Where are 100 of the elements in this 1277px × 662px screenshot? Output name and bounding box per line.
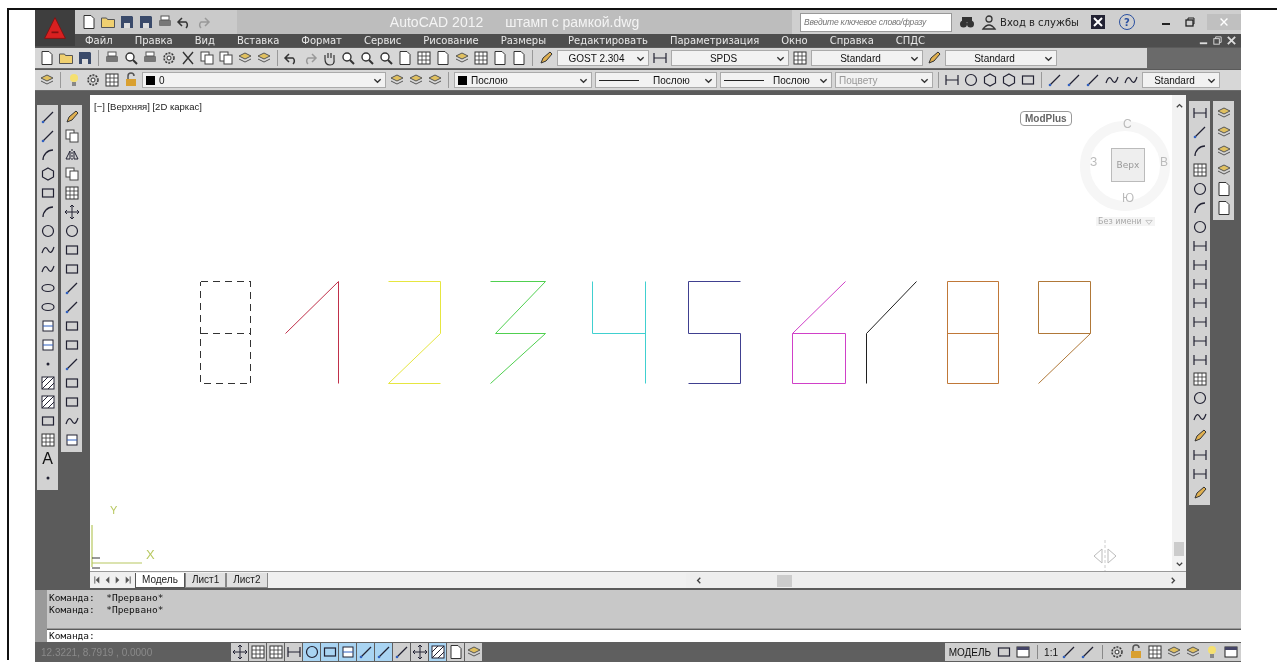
dim-icon[interactable] [944, 72, 960, 88]
move-icon[interactable] [63, 204, 80, 220]
line-icon[interactable] [1061, 644, 1077, 660]
scroll-thumb[interactable] [776, 574, 792, 587]
polygon-icon[interactable] [39, 166, 56, 182]
dim-icon[interactable] [1191, 314, 1208, 330]
page-icon[interactable] [1215, 200, 1232, 216]
arc-icon[interactable] [39, 147, 56, 163]
rect-icon[interactable] [63, 337, 80, 353]
dimension-style-dropdown[interactable]: SPDS [671, 50, 789, 66]
scroll-thumb[interactable] [1174, 542, 1184, 556]
menu-item[interactable]: Сервис [363, 34, 402, 47]
mirror-icon[interactable] [63, 147, 80, 163]
line-icon[interactable] [1085, 72, 1101, 88]
drafting-toggle[interactable] [321, 643, 338, 661]
grid-icon[interactable] [473, 50, 489, 66]
layout-tab[interactable]: Модель [135, 573, 185, 588]
dim-icon[interactable] [1191, 238, 1208, 254]
color-dropdown[interactable]: Послою [454, 72, 592, 88]
grid-icon[interactable] [104, 72, 120, 88]
page-icon[interactable] [397, 50, 413, 66]
rect-icon[interactable] [996, 644, 1013, 660]
rect-icon[interactable] [63, 261, 80, 277]
menu-item[interactable]: Рисование [423, 34, 479, 47]
restore-icon[interactable] [1183, 15, 1197, 29]
table-style-dropdown[interactable]: Standard [811, 50, 923, 66]
rect-icon[interactable] [63, 242, 80, 258]
vertical-scrollbar[interactable] [1172, 95, 1186, 572]
drafting-toggle[interactable] [339, 643, 356, 661]
hand-icon[interactable] [321, 50, 337, 66]
rect-icon[interactable] [63, 394, 80, 410]
line-icon[interactable] [1191, 124, 1208, 140]
hatch-icon[interactable] [39, 394, 56, 410]
dim-icon[interactable] [1191, 447, 1208, 463]
menu-item[interactable]: Справка [829, 34, 874, 47]
line-icon[interactable] [63, 356, 80, 372]
block-icon[interactable] [39, 318, 56, 334]
model-space-button[interactable]: МОДЕЛЬ [946, 646, 994, 658]
rect-icon[interactable] [39, 413, 56, 429]
arc-icon[interactable] [1191, 200, 1208, 216]
zoom-icon[interactable] [340, 50, 356, 66]
multileader-style-dropdown[interactable]: Standard [1142, 72, 1220, 88]
menu-item[interactable]: Формат [301, 34, 342, 47]
circle-icon[interactable] [1191, 390, 1208, 406]
scroll-right-icon[interactable] [1169, 576, 1178, 585]
drafting-toggle[interactable] [429, 643, 446, 661]
rect-icon[interactable] [63, 318, 80, 334]
rect-icon[interactable] [63, 375, 80, 391]
line-icon[interactable] [1047, 72, 1063, 88]
arc-icon[interactable] [1191, 143, 1208, 159]
arc-icon[interactable] [39, 204, 56, 220]
window-icon[interactable] [1223, 644, 1239, 660]
restore-icon[interactable] [1212, 35, 1223, 46]
lineweight-dropdown[interactable]: Послою [720, 72, 832, 88]
dim-icon[interactable] [1191, 333, 1208, 349]
viewport-label[interactable]: [−] [Верхняя] [2D каркас] [94, 101, 202, 112]
drafting-toggle[interactable] [465, 643, 482, 661]
menu-item[interactable]: Размеры [500, 34, 547, 47]
line-icon[interactable] [1066, 72, 1082, 88]
grid-icon[interactable] [1191, 162, 1208, 178]
copy-icon[interactable] [199, 50, 215, 66]
zoom-icon[interactable] [378, 50, 394, 66]
zoom-icon[interactable] [359, 50, 375, 66]
line-icon[interactable] [39, 128, 56, 144]
dim-icon[interactable] [1191, 295, 1208, 311]
pencil-icon[interactable] [1191, 428, 1208, 444]
gear-icon[interactable] [161, 50, 177, 66]
menu-item[interactable]: Правка [134, 34, 173, 47]
command-line-field[interactable]: Команда: [47, 630, 1241, 642]
rect-icon[interactable] [1020, 72, 1036, 88]
menu-item[interactable]: Файл [85, 34, 113, 47]
scissors-icon[interactable] [180, 50, 196, 66]
exchange-icon[interactable] [1090, 14, 1106, 30]
dim-icon[interactable] [1191, 276, 1208, 292]
page-icon[interactable] [511, 50, 527, 66]
layout-tab[interactable]: Лист1 [184, 573, 227, 588]
sign-in-link[interactable]: Вход в службы [1000, 16, 1079, 28]
grid-icon[interactable] [63, 185, 80, 201]
polygon-icon[interactable] [982, 72, 998, 88]
pencil-icon[interactable] [926, 50, 942, 66]
drafting-toggle[interactable] [357, 643, 374, 661]
binoculars-icon[interactable] [959, 14, 976, 30]
grid-icon[interactable] [416, 50, 432, 66]
pencil-icon[interactable] [1191, 485, 1208, 501]
drafting-toggle[interactable] [411, 643, 428, 661]
grid-icon[interactable] [792, 50, 808, 66]
circle-icon[interactable] [1191, 219, 1208, 235]
drafting-toggle[interactable] [447, 643, 464, 661]
menu-item[interactable]: Вставка [237, 34, 280, 47]
drafting-toggle[interactable] [231, 643, 248, 661]
folder-icon[interactable] [100, 14, 116, 30]
pan-arrows-icon[interactable] [1093, 539, 1117, 572]
drafting-toggle[interactable] [393, 643, 410, 661]
circle-icon[interactable] [39, 223, 56, 239]
line-icon[interactable] [1080, 644, 1096, 660]
zoom-icon[interactable] [123, 50, 139, 66]
hatch-icon[interactable] [39, 375, 56, 391]
multileader-style-dropdown[interactable]: Standard [945, 50, 1057, 66]
scroll-down-icon[interactable] [1174, 560, 1184, 569]
dim-icon[interactable] [1191, 466, 1208, 482]
